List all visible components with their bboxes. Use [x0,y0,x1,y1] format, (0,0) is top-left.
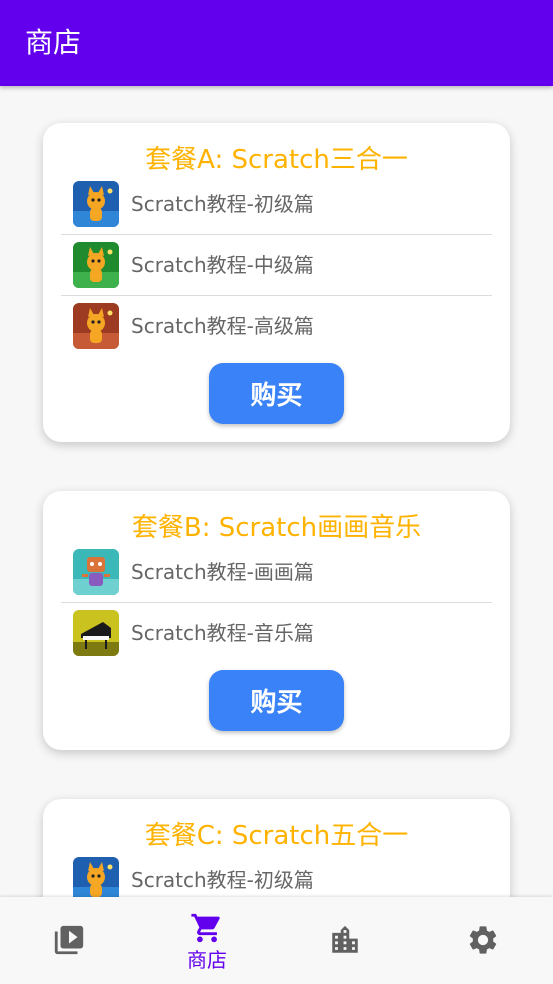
page-title: 商店 [25,26,82,59]
cat-blue-thumbnail [73,857,119,897]
app-bar: 商店 [0,0,553,86]
item-label: Scratch教程-中级篇 [131,253,314,277]
package-card-a: 套餐A: Scratch三合一 Scratch教程-初级篇 Scratch教程-… [43,123,510,442]
buy-button[interactable]: 购买 [209,363,344,424]
list-item[interactable]: Scratch教程-中级篇 [61,234,492,295]
item-label: Scratch教程-画画篇 [131,560,314,584]
nav-item-organization[interactable] [276,897,414,984]
list-item[interactable]: Scratch教程-高级篇 [61,295,492,356]
list-item[interactable]: Scratch教程-画画篇 [61,542,492,602]
item-label: Scratch教程-初级篇 [131,192,314,216]
item-label: Scratch教程-高级篇 [131,314,314,338]
list-item[interactable]: Scratch教程-音乐篇 [61,602,492,663]
list-item[interactable]: Scratch教程-初级篇 [61,174,492,234]
building-icon [332,925,358,953]
bottom-navigation: 商店 [0,897,553,984]
package-card-c: 套餐C: Scratch五合一 Scratch教程-初级篇 [43,799,510,897]
robot-teal-thumbnail [73,549,119,595]
package-title: 套餐A: Scratch三合一 [145,145,408,175]
nav-item-store[interactable]: 商店 [138,897,276,984]
cat-green-thumbnail [73,242,119,288]
buy-button[interactable]: 购买 [209,670,344,731]
package-title: 套餐C: Scratch五合一 [144,821,409,851]
gear-icon [469,926,497,954]
cat-blue-thumbnail [73,181,119,227]
package-list[interactable]: 套餐A: Scratch三合一 Scratch教程-初级篇 Scratch教程-… [0,86,553,897]
package-title: 套餐B: Scratch画画音乐 [131,513,422,543]
item-label: Scratch教程-初级篇 [131,868,314,892]
shopping-cart-icon [191,913,220,943]
nav-item-settings[interactable] [414,897,552,984]
piano-yellow-thumbnail [73,610,119,656]
nav-item-videos[interactable] [0,897,138,984]
cat-red-thumbnail [73,303,119,349]
list-item[interactable]: Scratch教程-初级篇 [61,850,492,897]
video-library-icon [54,925,84,955]
package-card-b: 套餐B: Scratch画画音乐 Scratch教程-画画篇 Scratch教程… [43,491,510,750]
item-label: Scratch教程-音乐篇 [131,621,314,645]
nav-label: 商店 [187,948,227,972]
